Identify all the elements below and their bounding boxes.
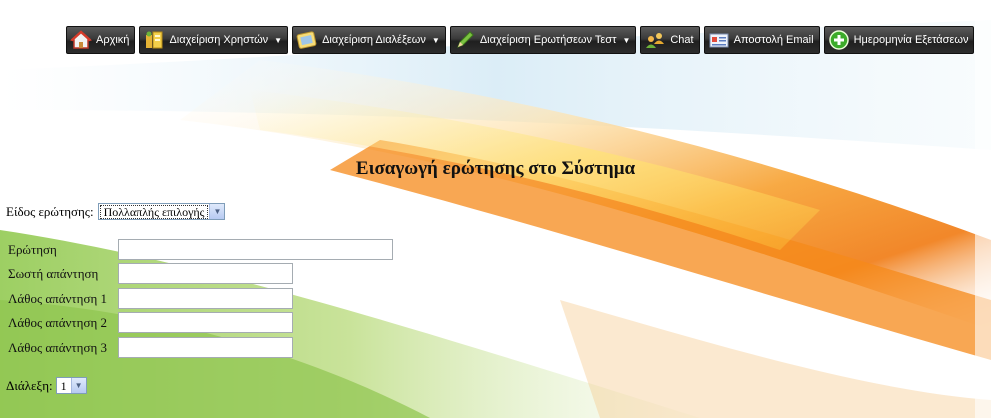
wrong-answer-1-row: Λάθος απάντηση 1 — [8, 288, 293, 309]
correct-answer-row: Σωστή απάντηση — [8, 263, 293, 284]
chevron-down-icon: ▼ — [622, 35, 631, 45]
question-type-row: Είδος ερώτησης: Πολλαπλής επιλογής ▼ — [6, 203, 226, 220]
main-nav: Αρχική Διαχείριση Χρηστών ▼ Διαχείριση Δ… — [66, 26, 975, 55]
wrong-answer-2-row: Λάθος απάντηση 2 — [8, 312, 293, 333]
wrong-answer-2-input[interactable] — [118, 312, 293, 333]
nav-lectures-button[interactable]: Διαχείριση Διαλέξεων ▼ — [292, 26, 446, 54]
nav-lectures-label: Διαχείριση Διαλέξεων — [322, 34, 426, 46]
chevron-down-icon[interactable]: ▼ — [209, 204, 225, 219]
nav-email-label: Αποστολή Email — [733, 34, 814, 46]
chevron-down-icon[interactable]: ▼ — [70, 378, 86, 393]
wrong-answer-3-input[interactable] — [118, 337, 293, 358]
question-type-selected-value: Πολλαπλής επιλογής — [99, 204, 209, 219]
question-input[interactable] — [118, 239, 393, 260]
lecture-selected-value: 1 — [60, 378, 67, 393]
wrong-answer-1-label: Λάθος απάντηση 1 — [8, 290, 108, 306]
home-icon — [70, 30, 92, 49]
nav-users-label: Διαχείριση Χρηστών — [169, 34, 269, 46]
correct-answer-label: Σωστή απάντηση — [8, 265, 99, 281]
chat-icon — [646, 33, 665, 48]
email-icon — [709, 33, 729, 48]
wrong-answer-2-label: Λάθος απάντηση 2 — [8, 314, 108, 330]
chevron-down-icon: ▼ — [274, 35, 283, 45]
nav-chat-button[interactable]: Chat — [640, 26, 700, 54]
nav-home-label: Αρχική — [96, 34, 130, 46]
lecture-select[interactable]: 1 ▼ — [55, 377, 87, 394]
question-row: Ερώτηση — [8, 239, 393, 260]
nav-exam-date-button[interactable]: Ημερομηνία Εξετάσεων — [823, 26, 975, 54]
question-type-select[interactable]: Πολλαπλής επιλογής ▼ — [97, 203, 226, 220]
nav-exam-date-label: Ημερομηνία Εξετάσεων — [853, 34, 969, 46]
nav-email-button[interactable]: Αποστολή Email — [703, 26, 820, 54]
lecture-row: Διάλεξη: 1 ▼ — [6, 377, 87, 394]
nav-home-button[interactable]: Αρχική — [66, 26, 136, 54]
nav-test-questions-button[interactable]: Διαχείριση Ερωτήσεων Τεστ ▼ — [449, 26, 637, 54]
chevron-down-icon: ▼ — [431, 35, 440, 45]
question-type-label: Είδος ερώτησης: — [6, 203, 94, 219]
lectures-icon — [296, 31, 317, 49]
nav-users-button[interactable]: Διαχείριση Χρηστών ▼ — [139, 26, 289, 54]
nav-chat-label: Chat — [670, 34, 694, 46]
nav-test-questions-label: Διαχείριση Ερωτήσεων Τεστ — [479, 34, 617, 46]
wrong-answer-1-input[interactable] — [118, 288, 293, 309]
users-icon — [146, 31, 163, 49]
wrong-answer-3-label: Λάθος απάντηση 3 — [8, 339, 108, 355]
correct-answer-input[interactable] — [118, 263, 293, 284]
question-label: Ερώτηση — [8, 241, 57, 257]
pencil-icon — [456, 31, 474, 48]
page-title: Εισαγωγή ερώτησης στο Σύστημα — [355, 158, 636, 179]
wrong-answer-3-row: Λάθος απάντηση 3 — [8, 337, 293, 358]
add-icon — [828, 30, 849, 50]
lecture-label: Διάλεξη: — [6, 377, 53, 393]
